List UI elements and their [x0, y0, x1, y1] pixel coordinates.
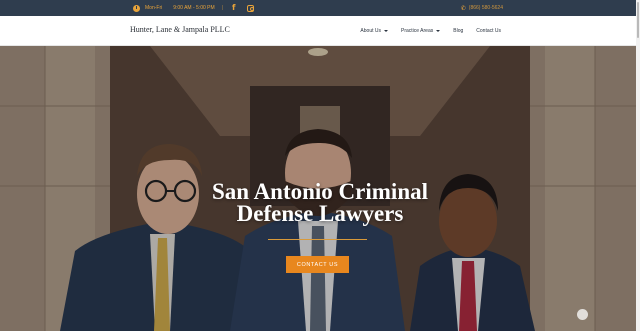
nav-label: Practice Areas	[401, 28, 434, 34]
hero-section: San Antonio Criminal Defense Lawyers CON…	[0, 46, 640, 331]
nav-label: About Us	[360, 28, 381, 34]
phone-icon: ✆	[460, 4, 466, 12]
top-info-bar: Mon-Fri 9:00 AM - 5:00 PM | f ✆ (866) 58…	[0, 0, 640, 16]
phone-number[interactable]: (866) 580-5624	[469, 5, 503, 11]
recaptcha-badge-icon[interactable]	[577, 309, 588, 320]
nav-label: Contact Us	[476, 28, 501, 34]
instagram-icon[interactable]	[247, 4, 255, 12]
clock-icon	[133, 4, 140, 12]
office-hours: Mon-Fri 9:00 AM - 5:00 PM | f	[133, 0, 255, 16]
office-hours-text: 9:00 AM - 5:00 PM	[173, 5, 215, 11]
hero-title-line1: San Antonio Criminal	[212, 179, 428, 204]
site-header: Hunter, Lane & Jampala PLLC About Us Pra…	[0, 16, 640, 46]
phone-contact[interactable]: ✆ (866) 580-5624	[461, 0, 503, 16]
contact-us-button[interactable]: CONTACT US	[286, 256, 349, 273]
title-divider	[268, 239, 367, 240]
nav-practice-areas[interactable]: Practice Areas	[401, 28, 441, 34]
site-logo[interactable]: Hunter, Lane & Jampala PLLC	[130, 25, 230, 34]
nav-blog[interactable]: Blog	[453, 28, 463, 34]
separator: |	[221, 5, 223, 11]
nav-label: Blog	[453, 28, 464, 34]
nav-contact-us[interactable]: Contact Us	[476, 28, 501, 34]
hero-title-line2: Defense Lawyers	[236, 201, 404, 226]
nav-about-us[interactable]: About Us	[360, 28, 388, 34]
office-days: Mon-Fri	[145, 5, 163, 11]
chevron-down-icon	[436, 30, 441, 32]
page-scrollbar[interactable]	[636, 0, 640, 331]
scrollbar-thumb[interactable]	[637, 2, 639, 38]
main-nav: About Us Practice Areas Blog Contact Us	[360, 16, 501, 46]
facebook-icon[interactable]: f	[232, 0, 235, 16]
hero-title: San Antonio Criminal Defense Lawyers	[0, 179, 640, 226]
chevron-down-icon	[384, 30, 388, 32]
